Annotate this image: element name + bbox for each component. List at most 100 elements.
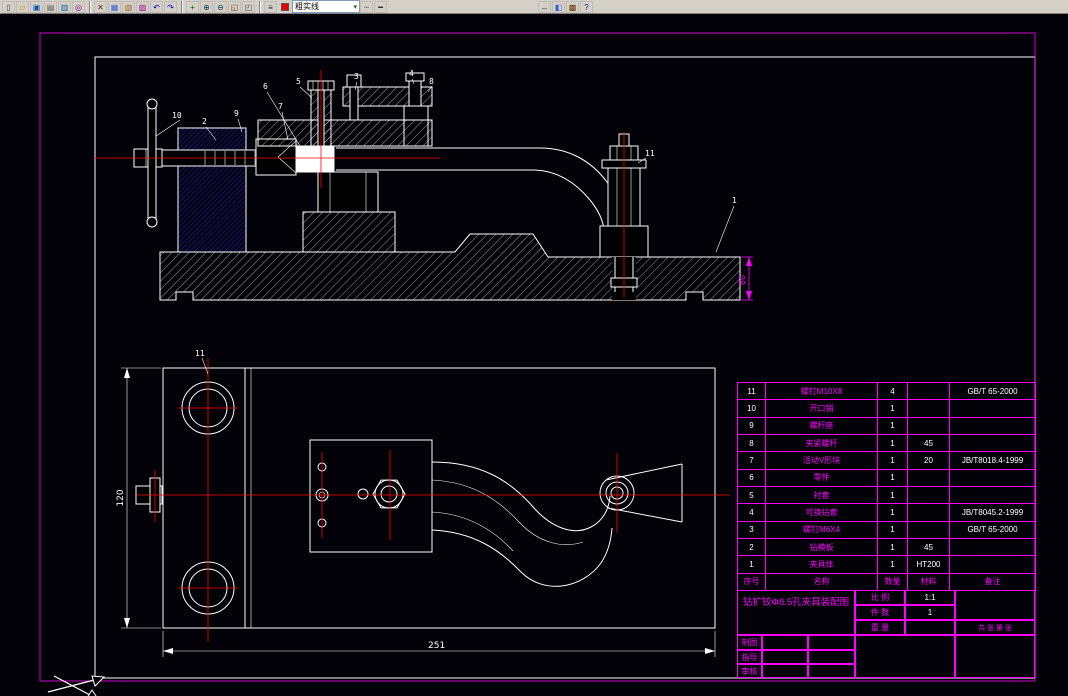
calculator-icon[interactable]: ▩ — [566, 0, 579, 13]
bom-row-no: 5 — [738, 486, 766, 505]
pan-icon[interactable]: + — [186, 0, 199, 13]
bom-row-name: 钻模板 — [766, 538, 878, 557]
toolbar-separator — [259, 0, 261, 13]
bom-row-qty: 1 — [878, 538, 908, 557]
distance-icon[interactable]: ↔ — [538, 0, 551, 13]
match-properties-icon[interactable]: ▨ — [136, 0, 149, 13]
workpiece-boss — [293, 145, 335, 173]
bom-row-remark: GB/T 65-2000 — [950, 521, 1036, 539]
bom-row-material: 45 — [908, 434, 950, 453]
dim-text-80: 80 — [738, 275, 747, 285]
bom-row-no: 3 — [738, 521, 766, 539]
bom-row-no: 1 — [738, 556, 766, 574]
copy-icon[interactable]: ▦ — [108, 0, 121, 13]
callout-11-plan: 11 — [195, 349, 205, 358]
bom-row-qty: 1 — [878, 486, 908, 505]
callout-4: 4 — [409, 69, 414, 78]
scale-value: 1:1 — [905, 590, 955, 605]
print-preview-icon[interactable]: ▥ — [58, 0, 71, 13]
bom-row-material — [908, 383, 950, 401]
find-icon[interactable]: ◎ — [72, 0, 85, 13]
bom-header-name: 名称 — [766, 573, 878, 591]
bom-row-qty: 1 — [878, 417, 908, 435]
bom-row-remark: GB/T 65-2000 — [950, 383, 1036, 401]
callout-7: 7 — [278, 102, 283, 111]
cad-application-window: ▯ ▱ ▣ ▤ ▥ ◎ ✕ ▦ ▧ ▨ ↶ ↷ + ⊕ ⊖ ◱ ◰ ≡ 粗实线 … — [0, 0, 1068, 696]
bom-header-qty: 数量 — [878, 573, 908, 591]
bom-row-remark — [950, 400, 1036, 418]
layers-icon[interactable]: ≡ — [264, 0, 277, 13]
bom-row-remark — [950, 417, 1036, 435]
lineweight-icon[interactable]: ━ — [374, 0, 387, 13]
bom-row-name: 螺钉M6X4 — [766, 521, 878, 539]
zoom-window-icon[interactable]: ◱ — [228, 0, 241, 13]
bom-row-no: 4 — [738, 504, 766, 522]
new-file-icon[interactable]: ▯ — [2, 0, 15, 13]
bom-row-no: 9 — [738, 417, 766, 435]
zoom-previous-icon[interactable]: ◰ — [242, 0, 255, 13]
paste-icon[interactable]: ▧ — [122, 0, 135, 13]
zoom-out-icon[interactable]: ⊖ — [214, 0, 227, 13]
title-block: 钻扩铰Φ8.5孔夹具装配图 比 例 1:1 件 数 1 重 量 共 张 第 张 … — [737, 590, 1035, 678]
bom-row-no: 6 — [738, 469, 766, 487]
bom-row-name: 衬套 — [766, 486, 878, 505]
drill-template-plate — [257, 119, 433, 147]
undo-icon[interactable]: ↶ — [150, 0, 163, 13]
handle — [146, 98, 158, 228]
scale-label: 比 例 — [855, 590, 905, 605]
bom-row-qty: 4 — [878, 383, 908, 401]
toolbar-separator — [89, 0, 91, 13]
title-block-empty-cell — [855, 635, 955, 678]
workpiece-arm-plan — [431, 461, 683, 587]
base-plate-outline — [162, 367, 716, 629]
support-column — [317, 171, 379, 213]
bom-row-name: 可换钻套 — [766, 504, 878, 522]
bom-row-material — [908, 486, 950, 505]
title-block-empty-cell — [808, 664, 855, 678]
help-icon[interactable]: ? — [580, 0, 593, 13]
screw-seat-block — [177, 127, 247, 253]
properties-icon[interactable]: ◧ — [552, 0, 565, 13]
redo-icon[interactable]: ↷ — [164, 0, 177, 13]
bom-row-qty: 1 — [878, 400, 908, 418]
bom-row-material — [908, 521, 950, 539]
parts-list-table: 11 螺钉M10X8 4 GB/T 65-2000 10 开口销 1 9 螺杆座… — [737, 382, 1036, 591]
bom-row-qty: 1 — [878, 521, 908, 539]
check-value — [762, 664, 808, 678]
bom-row-qty: 1 — [878, 504, 908, 522]
bom-row-material — [908, 417, 950, 435]
open-file-icon[interactable]: ▱ — [16, 0, 29, 13]
callout-5: 5 — [296, 77, 301, 86]
bom-row-qty: 1 — [878, 556, 908, 574]
bom-row-name: 螺杆座 — [766, 417, 878, 435]
bom-row-remark — [950, 486, 1036, 505]
title-block-empty-cell — [808, 650, 855, 664]
bom-header-no: 序号 — [738, 573, 766, 591]
linetype-icon[interactable]: ┅ — [360, 0, 373, 13]
title-block-empty-cell — [955, 635, 1035, 678]
bom-row-material — [908, 469, 950, 487]
bom-row-remark: JB/T8045.2-1999 — [950, 504, 1036, 522]
bom-row-name: 开口销 — [766, 400, 878, 418]
check-label: 审核 — [737, 664, 762, 678]
dim-text-251: 251 — [428, 641, 445, 651]
zoom-in-icon[interactable]: ⊕ — [200, 0, 213, 13]
bom-row-material: 20 — [908, 452, 950, 470]
guide-value — [762, 650, 808, 664]
bom-row-material — [908, 504, 950, 522]
bom-row-qty: 1 — [878, 434, 908, 453]
chevron-down-icon: ▾ — [353, 3, 357, 11]
layer-color-swatch[interactable] — [281, 2, 289, 11]
print-icon[interactable]: ▤ — [44, 0, 57, 13]
save-icon[interactable]: ▣ — [30, 0, 43, 13]
bom-row-remark — [950, 469, 1036, 487]
bom-row-name: 夹紧螺杆 — [766, 434, 878, 453]
bom-row-remark — [950, 434, 1036, 453]
dimension-251: 251 — [162, 631, 716, 657]
bom-row-qty: 1 — [878, 452, 908, 470]
callout-6: 6 — [263, 82, 268, 91]
cut-icon[interactable]: ✕ — [94, 0, 107, 13]
callout-9: 9 — [234, 109, 239, 118]
qty-label: 件 数 — [855, 605, 905, 620]
layer-select[interactable]: 粗实线 ▾ — [292, 0, 360, 13]
